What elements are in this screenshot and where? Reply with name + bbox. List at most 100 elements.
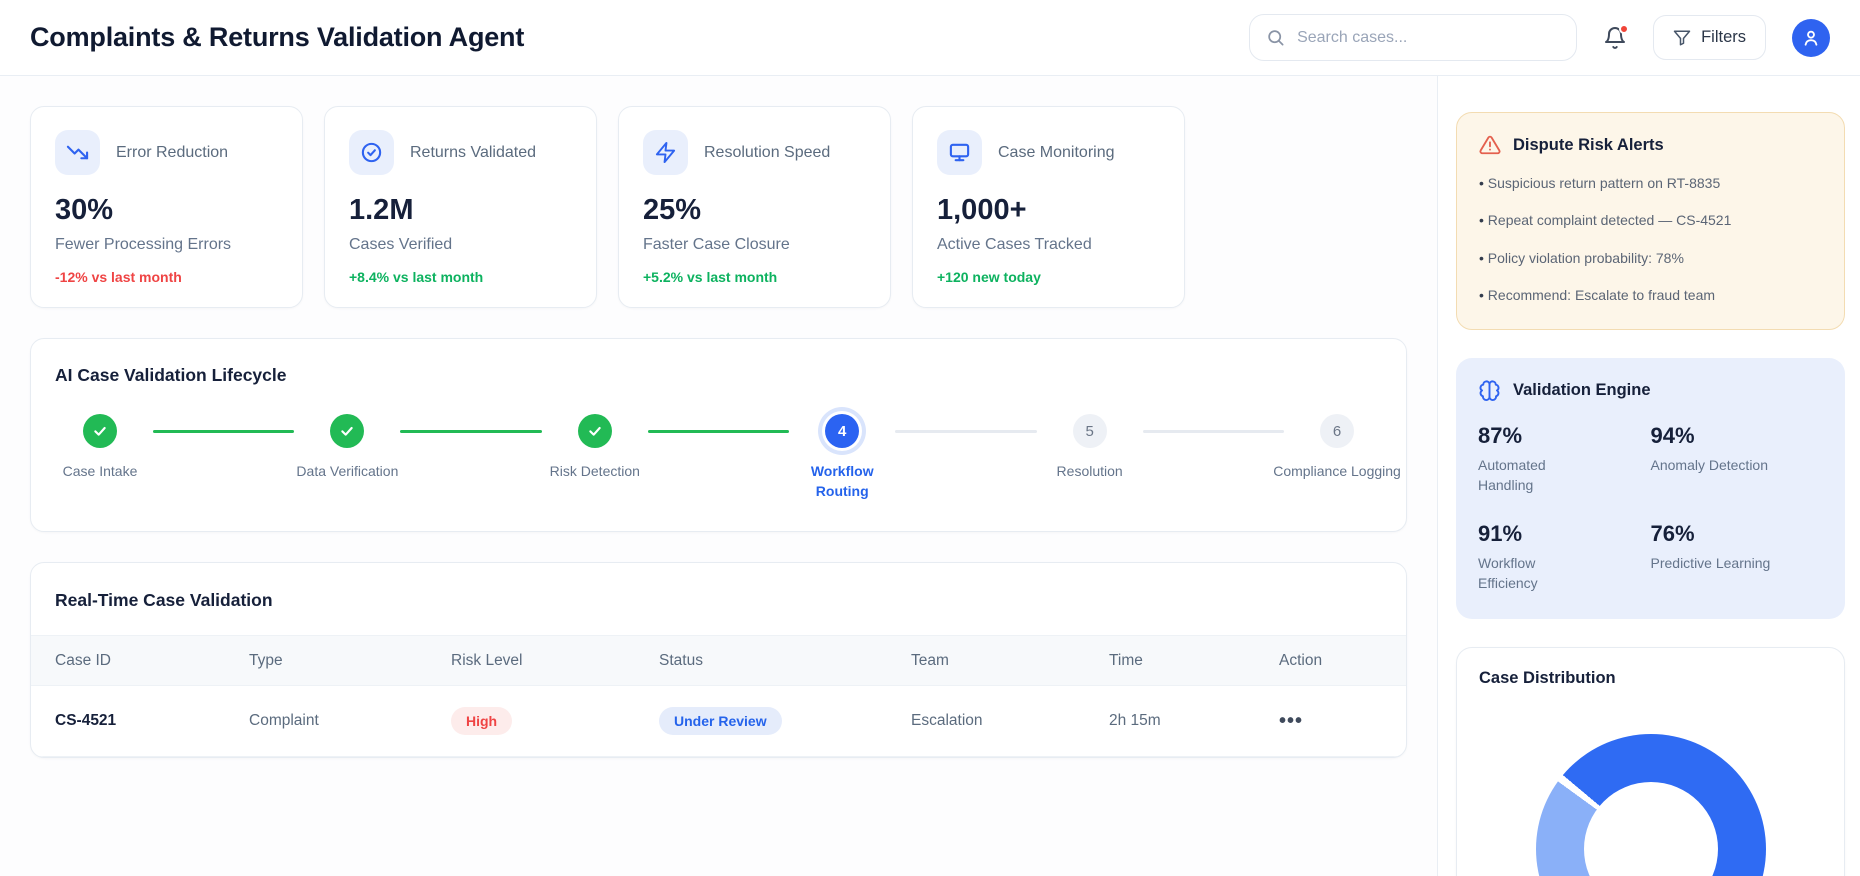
lifecycle-panel: AI Case Validation Lifecycle Case Intake	[30, 338, 1407, 533]
search-icon	[1266, 28, 1285, 47]
step-case-intake[interactable]: Case Intake	[55, 414, 145, 482]
status-badge: Under Review	[659, 707, 782, 736]
right-sidebar: Dispute Risk Alerts Suspicious return pa…	[1437, 76, 1860, 876]
step-label: Case Intake	[62, 463, 138, 479]
alert-item: Policy violation probability: 78%	[1479, 248, 1822, 268]
step-connector	[895, 430, 1037, 433]
stat-value: 1.2M	[349, 194, 414, 226]
step-check-icon	[83, 414, 117, 448]
filter-icon	[1673, 29, 1691, 47]
metric-automated-handling: 87% Automated Handling	[1478, 423, 1651, 496]
metric-label: Automated Handling	[1478, 457, 1546, 494]
step-workflow-routing[interactable]: 4 Workflow Routing	[797, 414, 887, 501]
alerts-list: Suspicious return pattern on RT-8835 Rep…	[1479, 173, 1822, 305]
alert-item: Repeat complaint detected — CS-4521	[1479, 210, 1822, 230]
case-validation-panel: Real-Time Case Validation Case ID Type R…	[30, 562, 1407, 759]
table-title: Real-Time Case Validation	[55, 590, 273, 611]
user-icon	[1801, 28, 1821, 48]
trend-down-icon	[55, 130, 100, 175]
table-header-row: Case ID Type Risk Level Status Team Time…	[31, 635, 1406, 687]
step-connector	[1142, 430, 1285, 433]
metric-anomaly-detection: 94% Anomaly Detection	[1651, 423, 1824, 496]
dispute-risk-alerts-card: Dispute Risk Alerts Suspicious return pa…	[1456, 112, 1845, 331]
stat-subtitle: Fewer Processing Errors	[55, 236, 232, 253]
engine-title: Validation Engine	[1513, 381, 1651, 400]
search-input[interactable]	[1297, 28, 1561, 47]
distribution-title: Case Distribution	[1479, 669, 1616, 688]
row-actions-button[interactable]: •••	[1279, 711, 1303, 731]
alerts-title: Dispute Risk Alerts	[1513, 135, 1664, 154]
stat-value: 1,000+	[937, 194, 1027, 226]
step-compliance-logging[interactable]: 6 Compliance Logging	[1273, 414, 1401, 482]
step-check-icon	[330, 414, 365, 448]
alert-item: Recommend: Escalate to fraud team	[1479, 285, 1822, 305]
step-label: Compliance Logging	[1273, 463, 1401, 479]
cell-team: Escalation	[911, 712, 983, 730]
notifications-button[interactable]	[1603, 23, 1630, 50]
top-bar: Complaints & Returns Validation Agent Fi…	[0, 0, 1860, 76]
step-risk-detection[interactable]: Risk Detection	[550, 414, 640, 482]
metric-value: 91%	[1478, 520, 1523, 546]
stat-delta: +8.4% vs last month	[349, 269, 484, 285]
step-connector	[153, 430, 295, 433]
step-check-icon	[577, 414, 612, 448]
stat-label: Returns Validated	[410, 143, 536, 161]
stat-subtitle: Active Cases Tracked	[937, 236, 1092, 253]
main-area: Error Reduction 30% Fewer Processing Err…	[0, 76, 1860, 876]
topbar-actions: Filters	[1249, 14, 1830, 61]
lifecycle-title: AI Case Validation Lifecycle	[55, 365, 287, 385]
metric-workflow-efficiency: 91% Workflow Efficiency	[1478, 521, 1651, 594]
step-label: Risk Detection	[549, 463, 640, 479]
check-circle-icon	[349, 130, 394, 175]
metric-value: 87%	[1478, 423, 1523, 449]
search-box[interactable]	[1249, 14, 1578, 61]
metric-predictive-learning: 76% Predictive Learning	[1651, 521, 1824, 594]
step-data-verification[interactable]: Data Verification	[296, 414, 398, 482]
warning-triangle-icon	[1479, 134, 1501, 156]
metric-label: Workflow Efficiency	[1478, 554, 1538, 592]
step-connector	[647, 430, 790, 433]
stat-delta: -12% vs last month	[55, 269, 182, 285]
engine-metrics-grid: 87% Automated Handling 94% Anomaly Detec…	[1478, 423, 1823, 593]
lifecycle-stepper: Case Intake Data Verification Risk Detec…	[55, 414, 1401, 501]
stat-card-case-monitoring: Case Monitoring 1,000+ Active Cases Trac…	[912, 106, 1185, 308]
metric-value: 76%	[1650, 520, 1695, 546]
column-header: Status	[659, 651, 703, 669]
step-connector	[400, 430, 542, 433]
metric-value: 94%	[1650, 423, 1695, 449]
stat-label: Case Monitoring	[998, 143, 1115, 161]
user-avatar-button[interactable]	[1792, 18, 1830, 57]
page-title: Complaints & Returns Validation Agent	[30, 22, 525, 52]
stat-value: 25%	[643, 194, 702, 226]
stat-card-returns-validated: Returns Validated 1.2M Cases Verified +8…	[324, 106, 597, 308]
stat-card-resolution-speed: Resolution Speed 25% Faster Case Closure…	[618, 106, 891, 308]
step-number: 5	[1072, 414, 1107, 448]
column-header: Type	[249, 651, 283, 669]
app-root: Complaints & Returns Validation Agent Fi…	[0, 0, 1860, 876]
column-header: Team	[911, 651, 949, 669]
risk-badge: High	[451, 707, 513, 736]
step-label: Workflow Routing	[810, 463, 874, 499]
stat-card-error-reduction: Error Reduction 30% Fewer Processing Err…	[30, 106, 303, 308]
case-distribution-card: Case Distribution	[1456, 647, 1845, 876]
step-resolution[interactable]: 5 Resolution	[1045, 414, 1135, 482]
stat-delta: +5.2% vs last month	[643, 269, 778, 285]
case-distribution-donut	[1535, 734, 1766, 876]
step-label: Data Verification	[296, 463, 399, 479]
stat-value: 30%	[55, 194, 114, 226]
filters-button[interactable]: Filters	[1653, 15, 1766, 60]
stat-label: Resolution Speed	[704, 143, 831, 161]
notification-dot	[1619, 23, 1630, 34]
metric-label: Predictive Learning	[1650, 554, 1771, 571]
brain-icon	[1478, 379, 1501, 402]
stat-card-row: Error Reduction 30% Fewer Processing Err…	[30, 106, 1407, 308]
column-header: Risk Level	[451, 651, 523, 669]
step-number: 4	[825, 414, 860, 448]
table-row[interactable]: CS-4521 Complaint High Under Review Esca…	[31, 686, 1406, 758]
cell-case-id: CS-4521	[55, 712, 117, 730]
column-header: Case ID	[55, 651, 111, 669]
validation-engine-card: Validation Engine 87% Automated Handling…	[1456, 358, 1845, 620]
cell-type: Complaint	[249, 712, 319, 730]
metric-label: Anomaly Detection	[1650, 457, 1769, 474]
bolt-icon	[643, 130, 688, 175]
